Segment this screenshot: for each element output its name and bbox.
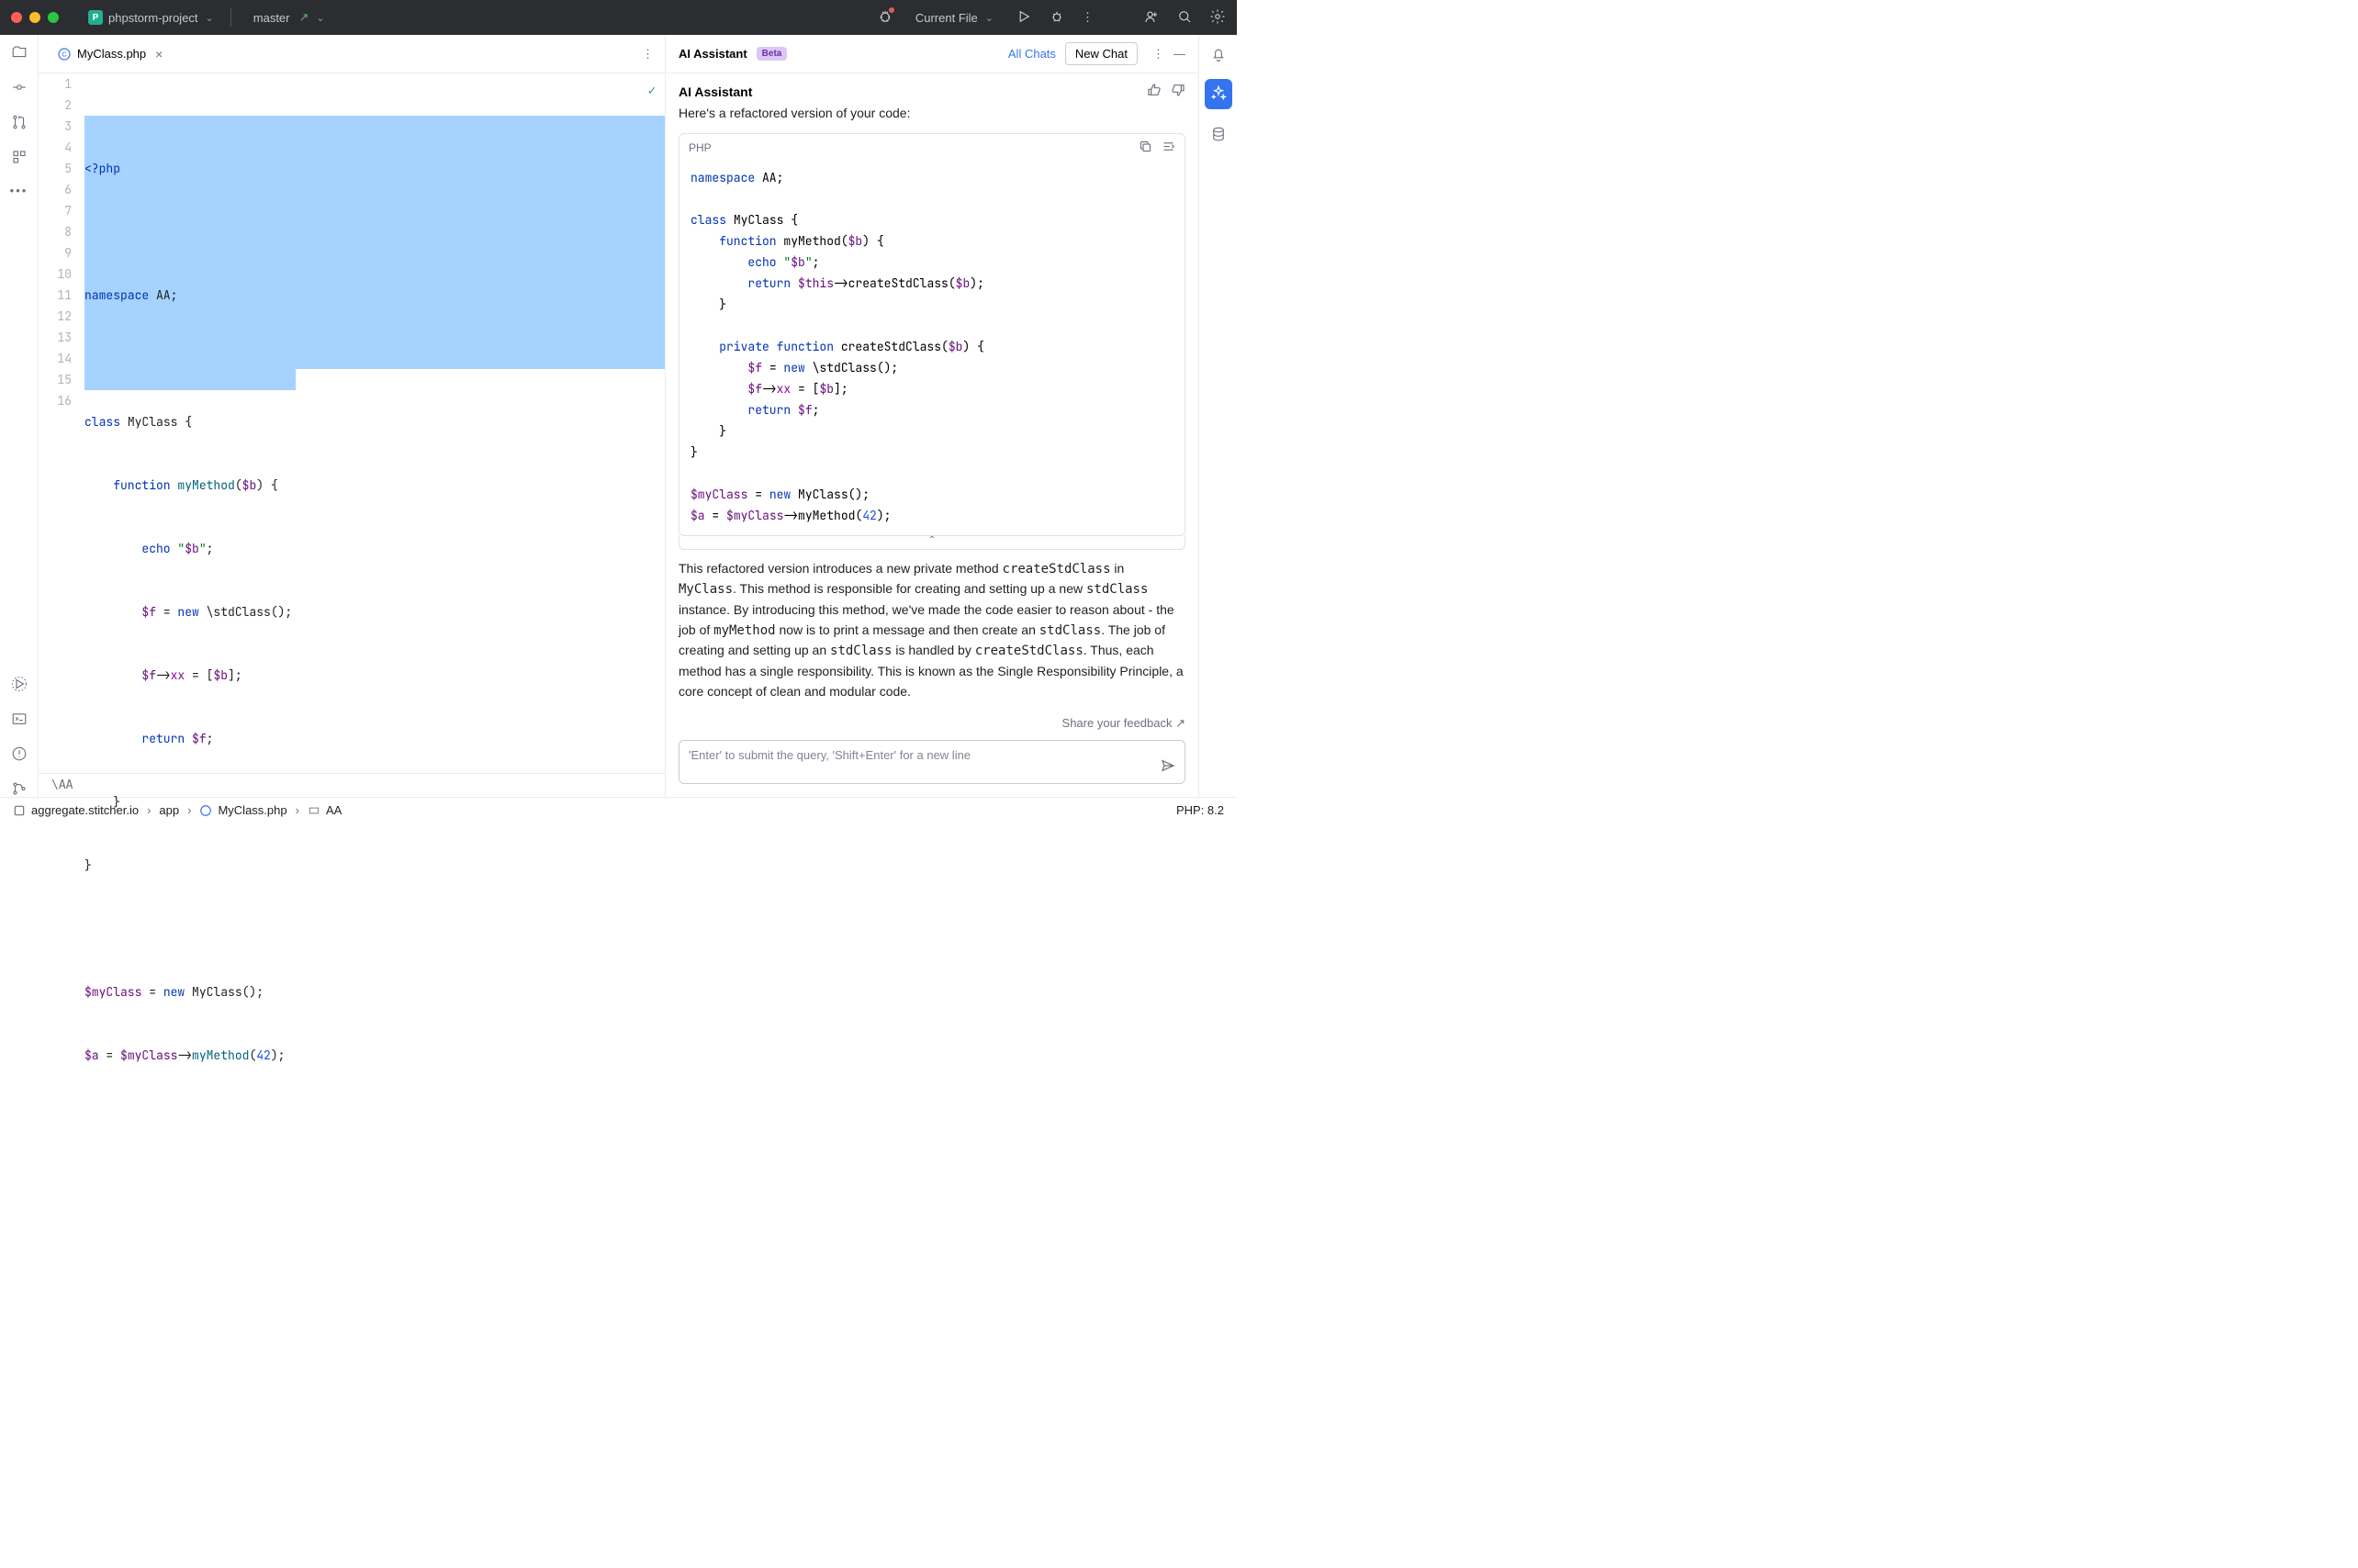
line-number: 8 bbox=[39, 221, 72, 242]
ai-code-content[interactable]: namespace AA; class MyClass { function m… bbox=[679, 162, 1185, 535]
vcs-branch[interactable]: master ↗ bbox=[242, 6, 331, 28]
more-tools-icon[interactable]: ••• bbox=[10, 184, 28, 197]
ai-assistant-panel: AI Assistant Beta All Chats New Chat ⋮ —… bbox=[666, 35, 1198, 797]
editor-tabs: C MyClass.php × ⋮ bbox=[39, 35, 665, 73]
ai-assistant-tool-icon[interactable] bbox=[1205, 79, 1232, 109]
php-class-icon: C bbox=[57, 47, 72, 62]
line-number: 7 bbox=[39, 200, 72, 221]
structure-tool-icon[interactable] bbox=[11, 149, 28, 165]
beta-badge: Beta bbox=[757, 47, 788, 61]
line-number: 6 bbox=[39, 179, 72, 200]
svg-text:C: C bbox=[62, 50, 67, 58]
editor-area: C MyClass.php × ⋮ ✓ 1 2 3 4 5 6 7 8 9 10… bbox=[39, 35, 666, 797]
ide-errors-icon[interactable] bbox=[877, 8, 893, 28]
feedback-link[interactable]: Share your feedback ↗ bbox=[666, 712, 1198, 740]
debug-button[interactable] bbox=[1049, 8, 1065, 28]
project-name: phpstorm-project bbox=[108, 11, 198, 25]
search-everywhere-icon[interactable] bbox=[1176, 8, 1193, 28]
all-chats-link[interactable]: All Chats bbox=[1008, 47, 1056, 61]
gutter: 1 2 3 4 5 6 7 8 9 10 11 12 13 14 15 16 bbox=[39, 73, 84, 773]
thumbs-down-icon[interactable] bbox=[1171, 83, 1185, 100]
ai-input-placeholder: 'Enter' to submit the query, 'Shift+Ente… bbox=[689, 748, 971, 762]
minimize-icon[interactable]: — bbox=[1173, 47, 1185, 61]
minimize-window[interactable] bbox=[29, 12, 40, 23]
database-tool-icon[interactable] bbox=[1210, 126, 1227, 142]
ai-code-block: PHP namespace AA; class MyClass { functi… bbox=[679, 133, 1185, 536]
line-number: 12 bbox=[39, 306, 72, 327]
ai-intro: Here's a refactored version of your code… bbox=[679, 104, 1185, 124]
ai-panel-title: AI Assistant bbox=[679, 47, 747, 61]
thumbs-up-icon[interactable] bbox=[1147, 83, 1162, 100]
line-number: 10 bbox=[39, 263, 72, 285]
collapse-code-icon[interactable]: ⌃ bbox=[679, 535, 1185, 550]
zoom-window[interactable] bbox=[48, 12, 59, 23]
line-number: 5 bbox=[39, 158, 72, 179]
code-content[interactable]: <?php namespace AA; class MyClass { func… bbox=[84, 73, 665, 773]
project-tool-icon[interactable] bbox=[11, 44, 28, 61]
close-window[interactable] bbox=[11, 12, 22, 23]
line-number: 4 bbox=[39, 137, 72, 158]
pull-requests-icon[interactable] bbox=[11, 114, 28, 130]
code-editor[interactable]: ✓ 1 2 3 4 5 6 7 8 9 10 11 12 13 14 15 16 bbox=[39, 73, 665, 773]
line-number: 14 bbox=[39, 348, 72, 369]
new-chat-button[interactable]: New Chat bbox=[1065, 42, 1138, 65]
ai-body: AI Assistant Here's a refactored version… bbox=[666, 73, 1198, 712]
notifications-icon[interactable] bbox=[1210, 46, 1227, 62]
vcs-tool-icon[interactable] bbox=[11, 780, 28, 797]
separator bbox=[230, 8, 231, 27]
vcs-update-icon[interactable]: ↗ bbox=[299, 10, 309, 25]
close-tab-icon[interactable]: × bbox=[155, 47, 163, 62]
run-config-selector[interactable]: Current File bbox=[910, 7, 999, 28]
line-number: 2 bbox=[39, 95, 72, 116]
insert-code-icon[interactable] bbox=[1162, 140, 1175, 156]
commit-tool-icon[interactable] bbox=[11, 79, 28, 95]
ai-panel-header: AI Assistant Beta All Chats New Chat ⋮ — bbox=[666, 35, 1198, 73]
ai-input[interactable]: 'Enter' to submit the query, 'Shift+Ente… bbox=[679, 740, 1185, 784]
branch-name: master bbox=[253, 11, 290, 25]
file-tab[interactable]: C MyClass.php × bbox=[50, 35, 170, 73]
line-number: 11 bbox=[39, 285, 72, 306]
ai-explanation: This refactored version introduces a new… bbox=[679, 559, 1185, 702]
line-number: 3 bbox=[39, 116, 72, 137]
terminal-tool-icon[interactable] bbox=[11, 711, 28, 727]
line-number: 16 bbox=[39, 390, 72, 411]
settings-icon[interactable] bbox=[1209, 8, 1226, 28]
left-toolbar: ••• bbox=[0, 35, 39, 797]
code-lang-label: PHP bbox=[689, 141, 712, 154]
project-selector[interactable]: P phpstorm-project bbox=[83, 6, 219, 28]
tabs-more-icon[interactable]: ⋮ bbox=[642, 47, 654, 62]
project-icon: P bbox=[88, 10, 103, 25]
titlebar: P phpstorm-project master ↗ Current File… bbox=[0, 0, 1237, 35]
php-version[interactable]: PHP: 8.2 bbox=[1176, 803, 1224, 817]
code-with-me-icon[interactable] bbox=[1143, 8, 1160, 28]
copy-code-icon[interactable] bbox=[1139, 140, 1152, 156]
line-number: 15 bbox=[39, 369, 72, 390]
right-toolbar bbox=[1198, 35, 1237, 797]
ai-message-title: AI Assistant bbox=[679, 84, 752, 99]
run-button[interactable] bbox=[1016, 8, 1032, 28]
send-icon[interactable] bbox=[1161, 758, 1175, 776]
window-controls bbox=[11, 12, 59, 23]
more-actions-icon[interactable]: ⋮ bbox=[1082, 10, 1094, 25]
line-number: 1 bbox=[39, 73, 72, 95]
services-tool-icon[interactable] bbox=[11, 676, 28, 692]
line-number: 13 bbox=[39, 327, 72, 348]
tab-label: MyClass.php bbox=[77, 47, 146, 61]
problems-tool-icon[interactable] bbox=[11, 745, 28, 762]
project-root-icon[interactable] bbox=[13, 804, 26, 817]
ai-more-icon[interactable]: ⋮ bbox=[1152, 47, 1164, 62]
run-config-label: Current File bbox=[915, 11, 978, 25]
line-number: 9 bbox=[39, 242, 72, 263]
